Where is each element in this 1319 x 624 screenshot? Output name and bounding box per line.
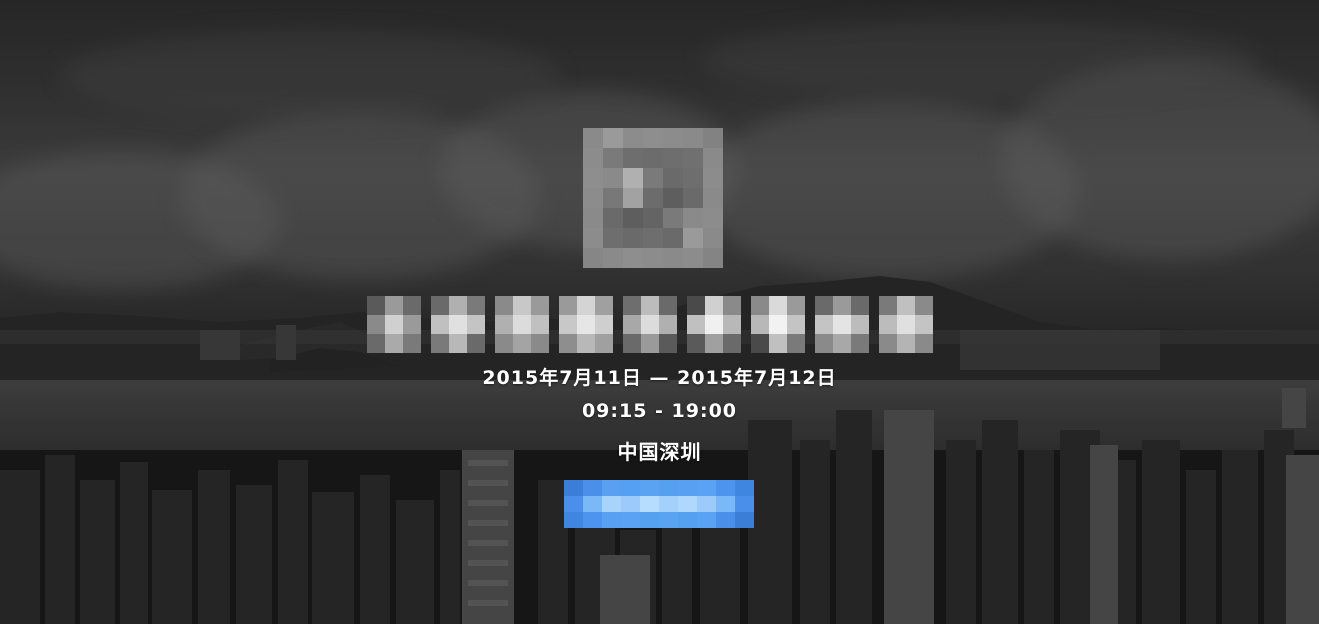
event-location: 中国深圳: [617, 440, 702, 464]
event-title: [367, 296, 933, 354]
title-glyph: [367, 296, 421, 354]
title-glyph: [495, 296, 549, 354]
event-logo-icon: [583, 128, 723, 268]
title-glyph: [431, 296, 485, 354]
hero-section: 2015年7月11日 — 2015年7月12日 09:15 - 19:00 中国…: [0, 0, 1319, 624]
event-date-range: 2015年7月11日 — 2015年7月12日: [482, 367, 837, 389]
register-button[interactable]: [564, 480, 754, 528]
event-banner: 2015年7月11日 — 2015年7月12日 09:15 - 19:00 中国…: [0, 0, 1319, 624]
title-glyph: [815, 296, 869, 354]
title-glyph: [879, 296, 933, 354]
title-glyph: [751, 296, 805, 354]
title-glyph: [559, 296, 613, 354]
title-glyph: [687, 296, 741, 354]
title-glyph: [623, 296, 677, 354]
event-time-range: 09:15 - 19:00: [581, 400, 738, 422]
